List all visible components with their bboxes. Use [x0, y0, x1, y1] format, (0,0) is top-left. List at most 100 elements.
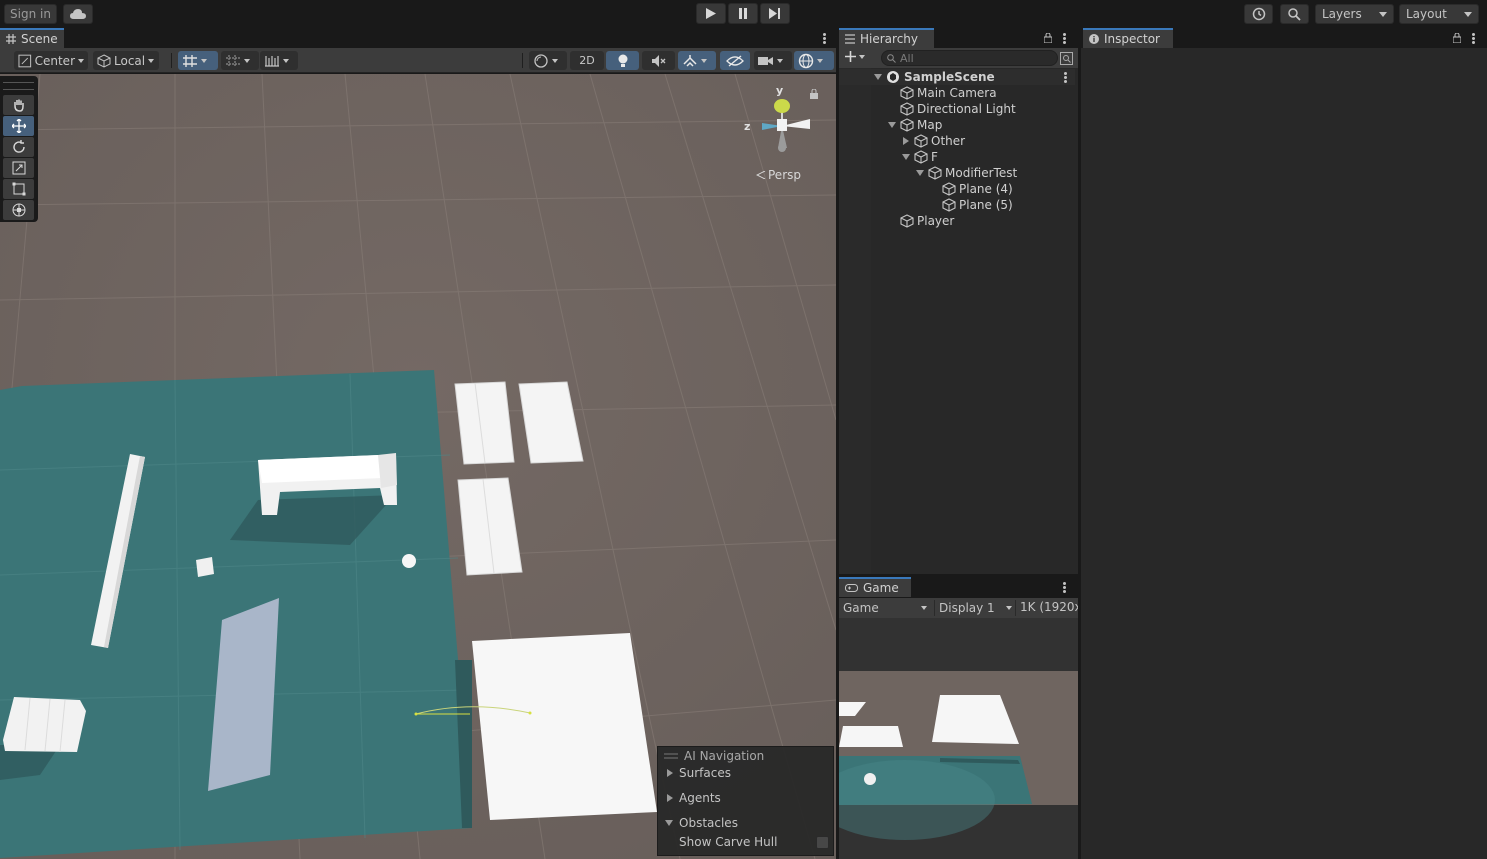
unity-scene-icon [887, 71, 899, 83]
search-icon [1288, 7, 1301, 21]
cloud-button[interactable] [63, 4, 93, 24]
scene-tabbar: Scene [0, 28, 836, 48]
tree-item-modifiertest[interactable]: ModifierTest [839, 165, 1075, 181]
lock-icon[interactable] [1453, 33, 1461, 43]
perspective-toggle[interactable]: Persp [756, 168, 801, 182]
palette-handle-icon[interactable] [3, 82, 34, 90]
panel-divider[interactable] [1078, 28, 1081, 859]
overlay-obstacles[interactable]: Obstacles [658, 814, 833, 832]
mute-icon [651, 54, 665, 67]
tree-item-samplescene[interactable]: SampleScene [839, 69, 1075, 85]
plus-icon [845, 51, 856, 62]
toggle-2d-button[interactable]: 2D [570, 51, 604, 70]
chevron-down-icon [78, 58, 84, 63]
scene-visibility-toggle[interactable] [720, 51, 750, 70]
tab-hierarchy[interactable]: Hierarchy [839, 28, 934, 48]
scene-menu-icon[interactable] [823, 33, 826, 44]
list-icon [845, 34, 855, 44]
tab-scene[interactable]: Scene [0, 28, 64, 48]
lighting-toggle[interactable] [606, 51, 639, 70]
sign-in-button[interactable]: Sign in [4, 4, 57, 24]
lightbulb-icon [618, 54, 627, 67]
layers-dropdown[interactable]: Layers [1315, 4, 1394, 24]
effects-dropdown[interactable] [678, 51, 716, 70]
hidden-eye-icon [726, 54, 744, 67]
inspector-panel [1081, 48, 1487, 859]
lock-icon[interactable] [810, 89, 818, 99]
scale-tool-button[interactable] [3, 158, 34, 178]
transform-tool-button[interactable] [3, 200, 34, 220]
rect-tool-button[interactable] [3, 179, 34, 199]
tree-item-plane-5[interactable]: Plane (5) [839, 197, 1075, 213]
overlay-surfaces[interactable]: Surfaces [658, 764, 833, 782]
panel-divider[interactable] [836, 28, 839, 859]
tree-item-map[interactable]: Map [839, 117, 1075, 133]
hand-tool-button[interactable] [3, 95, 34, 115]
create-button[interactable] [845, 51, 865, 62]
gizmo-globe-icon [798, 53, 814, 68]
orientation-gizmo[interactable]: y z Persp [744, 84, 824, 182]
resolution-dropdown[interactable]: 1K (1920x1 [1015, 600, 1078, 616]
hierarchy-menu-icon[interactable] [1063, 33, 1066, 44]
tree-item-f[interactable]: F [839, 149, 1075, 165]
inspector-tabbar: Inspector [1081, 28, 1487, 48]
gameobject-cube-icon [900, 102, 914, 116]
tab-game[interactable]: Game [839, 577, 911, 597]
layout-dropdown[interactable]: Layout [1399, 4, 1479, 24]
hand-tool-icon [13, 99, 24, 112]
chevron-down-icon [552, 58, 558, 63]
game-view[interactable] [839, 618, 1078, 859]
pivot-mode-dropdown[interactable]: Center [14, 51, 88, 70]
camera-settings-dropdown[interactable] [754, 51, 792, 70]
step-button[interactable] [760, 3, 790, 24]
display-dropdown[interactable]: Display 1 [934, 600, 1012, 616]
panel-divider[interactable] [839, 574, 1078, 577]
game-menu-icon[interactable] [1063, 582, 1066, 593]
search-button[interactable] [1280, 4, 1309, 24]
gamepad-icon [845, 584, 858, 592]
tree-item-player[interactable]: Player [839, 213, 1075, 229]
gameobject-cube-icon [900, 118, 914, 132]
navmesh-plane [0, 370, 472, 858]
gameobject-cube-icon [928, 166, 942, 180]
overlay-title[interactable]: AI Navigation [658, 748, 833, 764]
tree-item-main-camera[interactable]: Main Camera [839, 85, 1075, 101]
inspector-menu-icon[interactable] [1472, 33, 1475, 44]
transform-tool-icon [12, 203, 25, 217]
pivot-rotation-dropdown[interactable]: Local [93, 51, 159, 70]
collapse-icon [916, 170, 924, 178]
chevron-down-icon [244, 58, 250, 63]
hierarchy-search-field[interactable]: All [881, 50, 1058, 66]
tree-item-other[interactable]: Other [839, 133, 1075, 149]
scene-visibility-search-icon[interactable] [1060, 52, 1073, 65]
undo-history-button[interactable] [1244, 4, 1273, 24]
pause-button[interactable] [728, 3, 758, 24]
shading-mode-dropdown[interactable] [529, 51, 567, 70]
grid-snap-toggle[interactable] [178, 51, 218, 70]
show-carve-hull-checkbox[interactable] [816, 836, 829, 849]
cloud-icon [70, 9, 86, 19]
hierarchy-tabbar: Hierarchy [839, 28, 1078, 48]
expand-icon [903, 137, 911, 145]
game-view-dropdown[interactable]: Game [843, 600, 927, 616]
rotate-tool-button[interactable] [3, 137, 34, 157]
scene-viewport[interactable]: y z Persp [0, 74, 836, 859]
tab-inspector[interactable]: Inspector [1083, 28, 1173, 48]
grid-dots-icon [226, 54, 240, 67]
chevron-down-icon [701, 58, 707, 63]
grid-visibility-toggle[interactable] [221, 51, 259, 70]
grid-snap-icon [183, 54, 197, 67]
expand-icon [667, 794, 673, 802]
gizmos-dropdown[interactable] [794, 51, 834, 70]
tree-item-directional-light[interactable]: Directional Light [839, 101, 1075, 117]
chevron-down-icon [1379, 11, 1387, 17]
audio-toggle[interactable] [642, 51, 675, 70]
chevron-down-icon [921, 606, 927, 610]
overlay-agents[interactable]: Agents [658, 789, 833, 807]
move-tool-button[interactable] [3, 116, 34, 136]
lock-icon[interactable] [1044, 33, 1052, 43]
play-button[interactable] [696, 3, 726, 24]
increment-snap-toggle[interactable] [260, 51, 298, 70]
tree-item-plane-4[interactable]: Plane (4) [839, 181, 1075, 197]
scene-item-menu-icon[interactable] [1064, 72, 1067, 83]
